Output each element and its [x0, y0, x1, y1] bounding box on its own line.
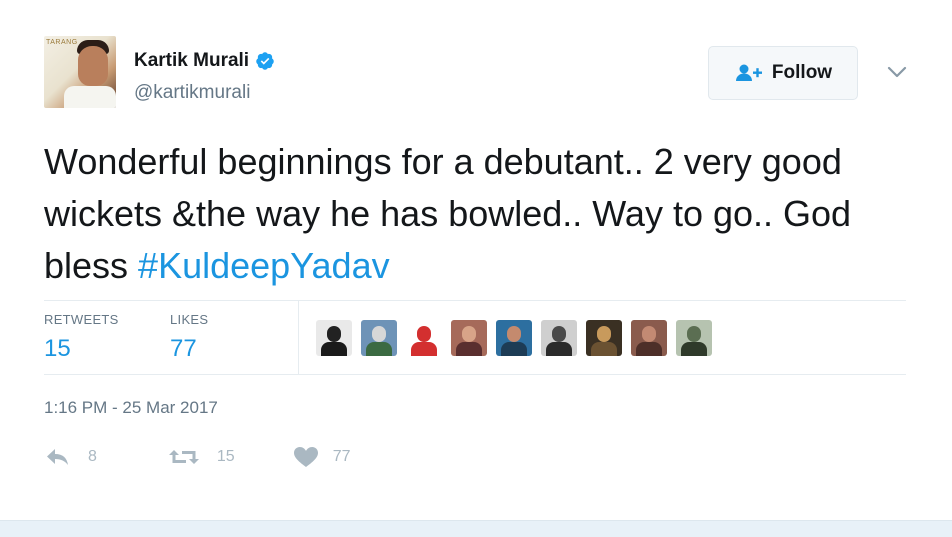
stats-bottom-divider — [44, 374, 906, 375]
liker-avatar-body — [456, 342, 482, 356]
tweet-timestamp[interactable]: 1:16 PM - 25 Mar 2017 — [44, 398, 218, 418]
liker-avatar-body — [636, 342, 662, 356]
retweet-icon — [168, 450, 199, 464]
chevron-down-icon[interactable] — [886, 64, 908, 80]
liker-avatar-body — [546, 342, 572, 356]
tweet-text: Wonderful beginnings for a debutant.. 2 … — [44, 136, 914, 292]
hashtag-link[interactable]: #KuldeepYadav — [138, 245, 390, 286]
liker-avatar-body — [321, 342, 347, 356]
stats-top-divider — [44, 300, 906, 301]
reply-action[interactable]: 8 — [44, 446, 97, 468]
avatar-face — [78, 46, 108, 86]
retweets-stat[interactable]: RETWEETS 15 — [44, 312, 119, 363]
tweet-actions: 8 15 77 — [44, 446, 351, 468]
likers-avatars — [316, 320, 712, 356]
liker-avatar-body — [681, 342, 707, 356]
retweets-count: 15 — [44, 335, 71, 362]
stats-vertical-divider — [298, 301, 299, 374]
retweet-count: 15 — [216, 448, 235, 465]
author-avatar[interactable]: TARANG — [44, 36, 116, 108]
like-action[interactable]: 77 — [293, 446, 351, 468]
liker-avatar-body — [591, 342, 617, 356]
likes-stat[interactable]: LIKES 77 — [170, 312, 208, 363]
liker-avatar[interactable] — [361, 320, 397, 356]
author-name[interactable]: Kartik Murali — [134, 50, 249, 72]
follow-button-label: Follow — [771, 62, 833, 83]
author-name-row: Kartik Murali — [134, 50, 275, 72]
liker-avatar[interactable] — [451, 320, 487, 356]
likes-label: LIKES — [170, 312, 209, 327]
add-user-icon — [735, 64, 762, 81]
retweets-label: RETWEETS — [44, 312, 119, 327]
liker-avatar[interactable] — [541, 320, 577, 356]
liker-avatar-head — [372, 326, 386, 342]
likes-count: 77 — [170, 335, 197, 362]
author-handle[interactable]: @kartikmurali — [134, 82, 250, 104]
liker-avatar-body — [411, 342, 437, 356]
liker-avatar-head — [687, 326, 701, 342]
liker-avatar-head — [462, 326, 476, 342]
liker-avatar-head — [417, 326, 431, 342]
reply-count: 8 — [88, 448, 97, 465]
retweet-action[interactable]: 15 — [167, 446, 235, 468]
liker-avatar[interactable] — [496, 320, 532, 356]
liker-avatar[interactable] — [406, 320, 442, 356]
liker-avatar-body — [366, 342, 392, 356]
liker-avatar[interactable] — [631, 320, 667, 356]
follow-button[interactable]: Follow — [708, 46, 858, 100]
bottom-band — [0, 520, 952, 537]
avatar-caption: TARANG — [46, 39, 78, 46]
like-count: 77 — [332, 448, 351, 465]
reply-icon — [47, 449, 68, 465]
heart-icon — [293, 447, 318, 467]
avatar-shirt — [64, 86, 116, 108]
liker-avatar-head — [642, 326, 656, 342]
verified-badge-icon — [256, 52, 274, 70]
liker-avatar-head — [552, 326, 566, 342]
liker-avatar[interactable] — [586, 320, 622, 356]
liker-avatar[interactable] — [676, 320, 712, 356]
liker-avatar-body — [501, 342, 527, 356]
liker-avatar[interactable] — [316, 320, 352, 356]
liker-avatar-head — [597, 326, 611, 342]
liker-avatar-head — [507, 326, 521, 342]
liker-avatar-head — [327, 326, 341, 342]
